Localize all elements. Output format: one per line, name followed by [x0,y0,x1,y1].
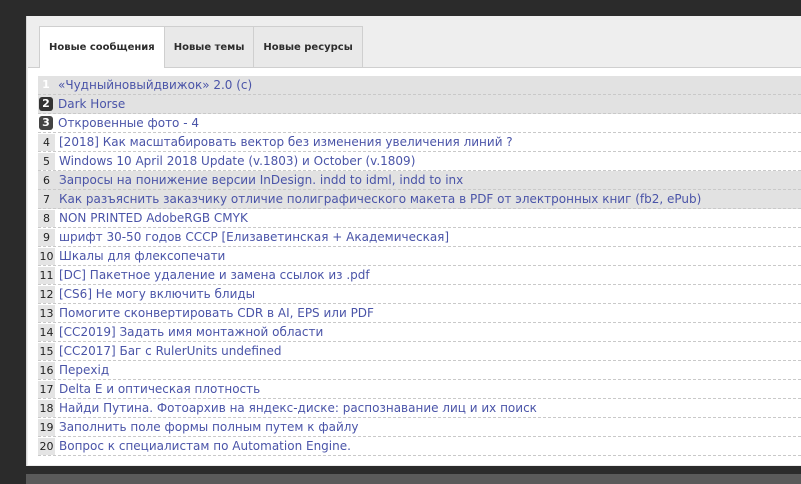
rank-badge: 2 [39,97,53,111]
list-item: 16 Перехід [38,361,801,380]
topic-link[interactable]: Помогите сконвертировать CDR в AI, EPS и… [59,306,374,320]
latest-panel: Новые сообщения Новые темы Новые ресурсы… [26,16,801,466]
rank-number: 18 [38,399,55,417]
topic-link[interactable]: [2018] Как масштабировать вектор без изм… [59,135,513,149]
topic-link[interactable]: [CS6] Не могу включить блиды [59,287,255,301]
list-item: 19 Заполнить поле формы полным путем к ф… [38,418,801,437]
list-item: 11 [DC] Пакетное удаление и замена ссыло… [38,266,801,285]
list-item: 3 Откровенные фото - 4 [38,114,801,133]
list-item: 20 Вопрос к специалистам по Automation E… [38,437,801,456]
list-item: 12 [CS6] Не могу включить блиды [38,285,801,304]
rank-badge: 1 [39,78,53,92]
rank-number: 7 [38,190,55,208]
list-item: 13 Помогите сконвертировать CDR в AI, EP… [38,304,801,323]
list-item: 17 Delta E и оптическая плотность [38,380,801,399]
tab-content: 1 «Чудныйновыйдвижок» 2.0 (с) 2 Dark Hor… [28,67,801,465]
topic-link[interactable]: Откровенные фото - 4 [58,116,199,130]
topic-link[interactable]: Найди Путина. Фотоархив на яндекс-диске:… [59,401,537,415]
rank-number: 16 [38,361,55,379]
tab-new-messages[interactable]: Новые сообщения [39,26,165,68]
list-item: 2 Dark Horse [38,95,801,114]
topic-link[interactable]: Delta E и оптическая плотность [59,382,260,396]
list-item: 14 [CC2019] Задать имя монтажной области [38,323,801,342]
topic-link[interactable]: [CC2017] Баг с RulerUnits undefined [59,344,282,358]
tab-new-threads[interactable]: Новые темы [163,26,255,67]
topic-link[interactable]: Windows 10 April 2018 Update (v.1803) и … [59,154,415,168]
rank-number: 19 [38,418,55,436]
topic-link[interactable]: NON PRINTED AdobeRGB CMYK [59,211,248,225]
list-item: 4 [2018] Как масштабировать вектор без и… [38,133,801,152]
list-item: 5 Windows 10 April 2018 Update (v.1803) … [38,152,801,171]
topic-link[interactable]: Как разъяснить заказчику отличие полигра… [59,192,701,206]
list-item: 15 [CC2017] Баг с RulerUnits undefined [38,342,801,361]
rank-number: 10 [38,247,55,265]
rank-badge: 3 [39,116,53,130]
topic-link[interactable]: Запросы на понижение версии InDesign. in… [59,173,463,187]
topic-link[interactable]: [CC2019] Задать имя монтажной области [59,325,323,339]
list-item: 18 Найди Путина. Фотоархив на яндекс-дис… [38,399,801,418]
rank-number: 9 [38,228,55,246]
rank-number: 20 [38,437,55,455]
topic-link[interactable]: Вопрос к специалистам по Automation Engi… [59,439,351,453]
topic-link[interactable]: Заполнить поле формы полным путем к файл… [59,420,359,434]
topic-link[interactable]: Dark Horse [58,97,125,111]
list-item: 1 «Чудныйновыйдвижок» 2.0 (с) [38,76,801,95]
rank-number: 4 [38,133,55,151]
rank-number: 13 [38,304,55,322]
rank-number: 15 [38,342,55,360]
rank-number: 17 [38,380,55,398]
list-item: 6 Запросы на понижение версии InDesign. … [38,171,801,190]
list-item: 9 шрифт 30-50 годов СССР [Елизаветинская… [38,228,801,247]
topic-link[interactable]: шрифт 30-50 годов СССР [Елизаветинская +… [59,230,449,244]
rank-number: 12 [38,285,55,303]
rank-number: 5 [38,152,55,170]
tab-new-resources[interactable]: Новые ресурсы [253,26,363,67]
rank-number: 6 [38,171,55,189]
topic-link[interactable]: Шкалы для флексопечати [59,249,225,263]
topic-link[interactable]: Перехід [59,363,109,377]
topic-link[interactable]: «Чудныйновыйдвижок» 2.0 (с) [58,78,252,92]
tab-bar: Новые сообщения Новые темы Новые ресурсы [39,26,363,68]
list-item: 10 Шкалы для флексопечати [38,247,801,266]
rank-number: 11 [38,266,55,284]
rank-number: 14 [38,323,55,341]
list-item: 7 Как разъяснить заказчику отличие полиг… [38,190,801,209]
topic-list: 1 «Чудныйновыйдвижок» 2.0 (с) 2 Dark Hor… [38,76,801,456]
rank-number: 8 [38,209,55,227]
topic-link[interactable]: [DC] Пакетное удаление и замена ссылок и… [59,268,370,282]
bottom-bar [26,474,801,484]
list-item: 8 NON PRINTED AdobeRGB CMYK [38,209,801,228]
